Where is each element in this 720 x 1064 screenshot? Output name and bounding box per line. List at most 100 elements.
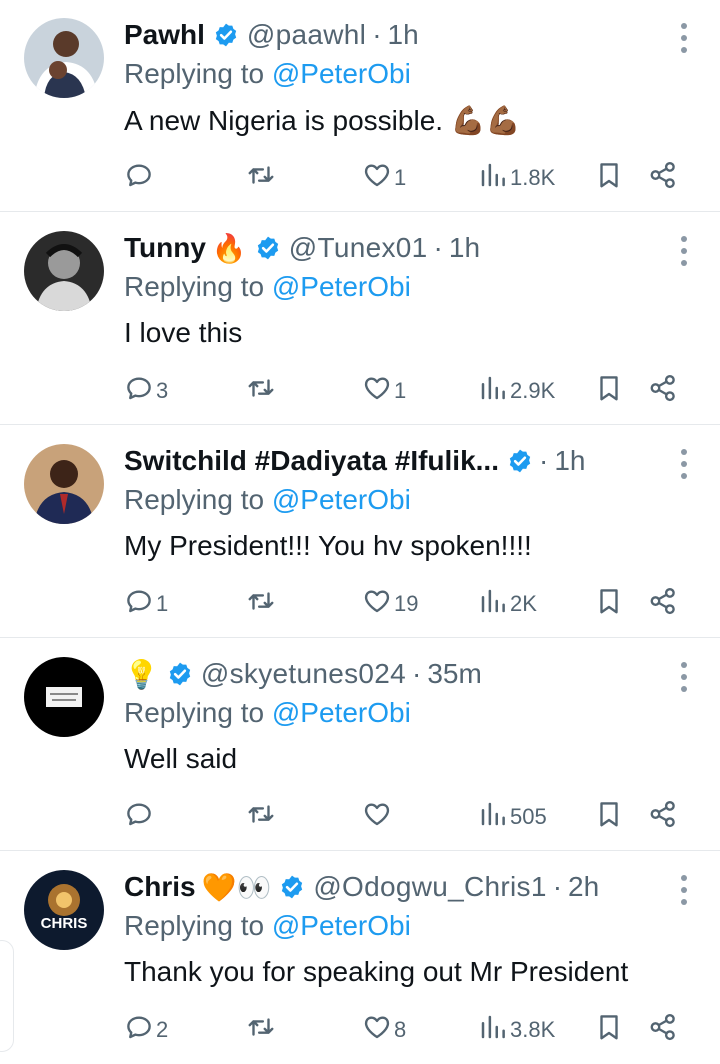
replying-to: Replying to @PeterObi (124, 910, 411, 942)
mention-link[interactable]: @PeterObi (272, 697, 411, 728)
verified-badge-icon (167, 661, 193, 687)
like-button[interactable]: 8 (362, 1008, 406, 1052)
reply-item[interactable]: Pawhl @paawhl · 1h Replying to @PeterObi… (0, 0, 720, 212)
timestamp[interactable]: 1h (449, 232, 480, 264)
replying-to: Replying to @PeterObi (124, 484, 411, 516)
like-button[interactable] (362, 795, 394, 839)
more-options-icon[interactable] (678, 20, 690, 56)
verified-badge-icon (213, 22, 239, 48)
separator-dot: · (372, 19, 382, 50)
replying-to: Replying to @PeterObi (124, 697, 411, 729)
reply-text: I love this (124, 317, 243, 348)
bookmark-icon (594, 1012, 624, 1048)
retweet-button[interactable] (246, 369, 278, 413)
like-button[interactable]: 1 (362, 369, 406, 413)
bookmark-button[interactable] (594, 582, 624, 626)
retweet-button[interactable] (246, 1008, 278, 1052)
timestamp[interactable]: 35m (427, 658, 481, 690)
action-bar: 1 1.8K (124, 156, 684, 200)
retweet-icon (246, 373, 276, 409)
like-icon (362, 1012, 392, 1048)
timestamp[interactable]: 1h (554, 445, 585, 477)
reply-button[interactable] (124, 156, 156, 200)
views-button[interactable]: 2.9K (478, 369, 555, 413)
share-button[interactable] (648, 795, 678, 839)
avatar[interactable]: CHRIS (24, 870, 104, 950)
avatar[interactable] (24, 231, 104, 311)
reply-button[interactable]: 3 (124, 369, 168, 413)
like-button[interactable]: 19 (362, 582, 418, 626)
reply-item[interactable]: Switchild #Dadiyata #Ifulik... · 1h Repl… (0, 426, 720, 638)
avatar[interactable] (24, 18, 104, 98)
views-icon (478, 373, 508, 409)
like-icon (362, 586, 392, 622)
display-name[interactable]: Pawhl (124, 19, 205, 51)
retweet-button[interactable] (246, 582, 278, 626)
action-bar: 2 8 3.8K (124, 1008, 684, 1052)
reply-icon (124, 160, 154, 196)
handle[interactable]: @Odogwu_Chris1 (313, 871, 546, 903)
avatar[interactable] (24, 657, 104, 737)
separator-dot: · (433, 232, 443, 263)
share-button[interactable] (648, 582, 678, 626)
reply-button[interactable]: 2 (124, 1008, 168, 1052)
display-name[interactable]: Switchild #Dadiyata #Ifulik... (124, 445, 499, 477)
reply-item[interactable]: Tunny 🔥 @Tunex01 · 1h Replying to @Peter… (0, 213, 720, 425)
mention-link[interactable]: @PeterObi (272, 58, 411, 89)
display-name[interactable]: Tunny (124, 232, 206, 264)
reply-icon (124, 1012, 154, 1048)
bookmark-button[interactable] (594, 795, 624, 839)
handle[interactable]: @Tunex01 (289, 232, 428, 264)
mention-link[interactable]: @PeterObi (272, 484, 411, 515)
timestamp[interactable]: 2h (568, 871, 599, 903)
floating-panel-edge (0, 940, 14, 1052)
share-button[interactable] (648, 1008, 678, 1052)
views-button[interactable]: 2K (478, 582, 537, 626)
handle[interactable]: @skyetunes024 (201, 658, 406, 690)
name-emoji: 🔥 (211, 232, 247, 264)
like-button[interactable]: 1 (362, 156, 406, 200)
views-button[interactable]: 505 (478, 795, 547, 839)
verified-badge-icon (507, 448, 533, 474)
bookmark-button[interactable] (594, 156, 624, 200)
reply-button[interactable] (124, 795, 156, 839)
views-icon (478, 1012, 508, 1048)
reply-item[interactable]: CHRIS Chris 🧡👀 @Odogwu_Chris1 · 2h Reply… (0, 852, 720, 1064)
retweet-button[interactable] (246, 156, 278, 200)
timestamp[interactable]: 1h (388, 19, 419, 51)
reply-button[interactable]: 1 (124, 582, 168, 626)
more-options-icon[interactable] (678, 233, 690, 269)
mention-link[interactable]: @PeterObi (272, 271, 411, 302)
share-button[interactable] (648, 156, 678, 200)
more-options-icon[interactable] (678, 872, 690, 908)
mention-link[interactable]: @PeterObi (272, 910, 411, 941)
reply-item[interactable]: 💡 @skyetunes024 · 35m Replying to @Peter… (0, 639, 720, 851)
retweet-button[interactable] (246, 795, 278, 839)
share-icon (648, 586, 678, 622)
bookmark-button[interactable] (594, 369, 624, 413)
handle[interactable]: @paawhl (247, 19, 366, 51)
share-button[interactable] (648, 369, 678, 413)
retweet-icon (246, 1012, 276, 1048)
reply-count: 2 (156, 1017, 169, 1042)
like-count: 1 (394, 378, 407, 403)
like-count: 1 (394, 165, 407, 190)
display-name[interactable]: Chris (124, 871, 196, 903)
more-options-icon[interactable] (678, 659, 690, 695)
share-icon (648, 160, 678, 196)
reply-icon (124, 373, 154, 409)
like-icon (362, 799, 392, 835)
share-icon (648, 1012, 678, 1048)
reply-count: 1 (156, 591, 169, 616)
like-count: 19 (394, 591, 419, 616)
avatar[interactable] (24, 444, 104, 524)
views-button[interactable]: 1.8K (478, 156, 555, 200)
views-button[interactable]: 3.8K (478, 1008, 555, 1052)
action-bar: 505 (124, 795, 684, 839)
bookmark-icon (594, 373, 624, 409)
reply-text: Thank you for speaking out Mr President (124, 956, 629, 987)
bookmark-button[interactable] (594, 1008, 624, 1052)
more-options-icon[interactable] (678, 446, 690, 482)
reply-text: Well said (124, 743, 238, 774)
replying-prefix: Replying to (124, 271, 272, 302)
